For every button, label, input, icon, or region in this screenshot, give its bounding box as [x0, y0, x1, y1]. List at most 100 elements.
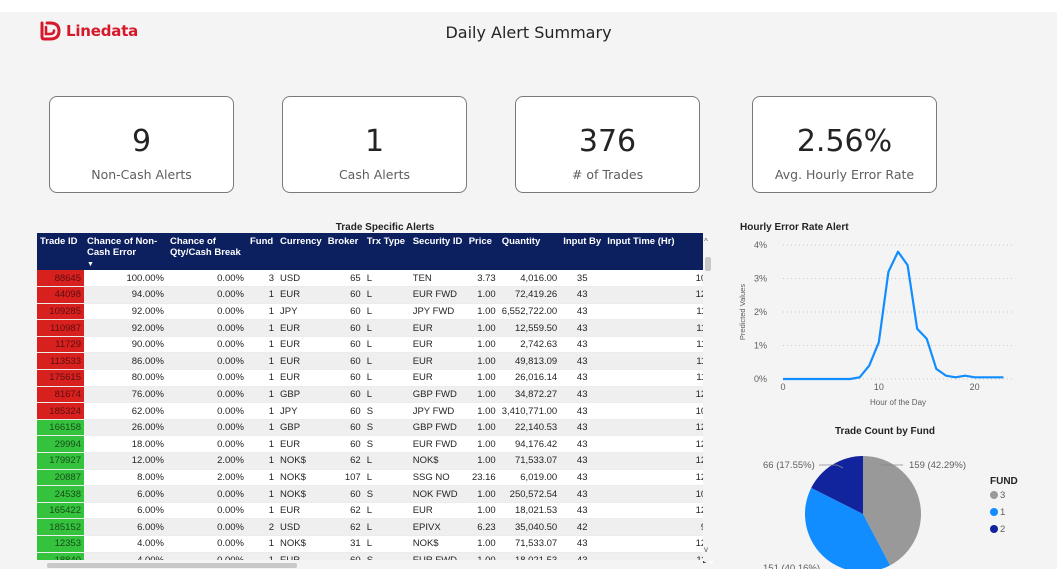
y-tick-label: 3% [754, 274, 767, 284]
legend-title: FUND [990, 476, 1018, 487]
column-header[interactable]: Security ID [409, 233, 466, 270]
quantity-cell: 12,559.50 [498, 319, 561, 337]
table-row[interactable]: 113533 86.00% 0.00% 1 EUR 60 L EUR 1.00 49,813.09… [37, 352, 710, 371]
input-time-cell: 11 [604, 319, 710, 337]
kpi-card-non-cash-alerts[interactable]: 9 Non-Cash Alerts [49, 96, 234, 193]
column-header[interactable]: Currency [277, 233, 325, 270]
column-header[interactable]: Input By [560, 233, 605, 270]
column-header[interactable]: Input Time (Hr) [604, 233, 710, 270]
broker-cell: 62 [324, 518, 364, 536]
kpi-card-trade-count[interactable]: 376 # of Trades [515, 96, 700, 193]
column-header[interactable]: Price [465, 233, 499, 270]
input-time-cell: 12 [604, 386, 710, 404]
scrollbar-thumb[interactable] [705, 257, 711, 271]
qty-cash-break-cell: 0.00% [167, 303, 247, 321]
qty-cash-break-cell: 0.00% [167, 386, 247, 404]
fund-cell: 1 [247, 535, 277, 553]
table-row[interactable]: 185324 62.00% 0.00% 1 JPY 60 S JPY FWD 1.00 3,410… [37, 402, 710, 420]
input-time-cell: 11 [604, 303, 710, 321]
table-horizontal-scrollbar[interactable] [37, 560, 703, 569]
column-header[interactable]: Trade ID [37, 233, 84, 270]
security-id-cell: TEN [409, 270, 466, 288]
x-tick-label: 20 [970, 382, 980, 392]
currency-cell: GBP [277, 386, 325, 404]
table-row[interactable]: 44098 94.00% 0.00% 1 EUR 60 L EUR FWD 1.00 72,419… [37, 286, 710, 304]
table-row[interactable]: 81674 76.00% 0.00% 1 GBP 60 L GBP FWD 1.00 34,872… [37, 386, 710, 404]
input-time-cell: 10 [604, 485, 710, 503]
series-line[interactable] [783, 250, 1004, 381]
input-by-cell: 43 [560, 469, 605, 487]
qty-cash-break-cell: 0.00% [167, 319, 247, 337]
legend-label[interactable]: 2 [1000, 524, 1005, 535]
scroll-up-icon[interactable]: ^ [704, 237, 708, 246]
broker-cell: 60 [324, 386, 364, 404]
trx-type-cell: S [363, 435, 410, 454]
table-row[interactable]: 29994 18.00% 0.00% 1 EUR 60 S EUR FWD 1.00 94,176… [37, 435, 710, 454]
table-row[interactable]: 175615 80.00% 0.00% 1 EUR 60 L EUR 1.00 26,016.14… [37, 369, 710, 387]
table-row[interactable]: 20887 8.00% 2.00% 1 NOK$ 107 L SSG NO 23.16 6,019… [37, 469, 710, 487]
qty-cash-break-cell: 0.00% [167, 369, 247, 387]
kpi-card-cash-alerts[interactable]: 1 Cash Alerts [282, 96, 467, 193]
table-row[interactable]: 179927 12.00% 2.00% 1 NOK$ 62 L NOK$ 1.00 71,533.… [37, 452, 710, 470]
column-header[interactable]: Broker [324, 233, 364, 270]
fund-cell: 1 [247, 352, 277, 371]
non-cash-error-cell: 12.00% [84, 452, 167, 470]
column-header-sorted[interactable]: Chance of Non-Cash Error ▼ [84, 233, 167, 270]
table-row[interactable]: 12353 4.00% 0.00% 1 NOK$ 31 L NOK$ 1.00 71,533.07… [37, 535, 710, 553]
pie-data-label: 66 (17.55%) [763, 460, 815, 471]
table-row[interactable]: 110987 92.00% 0.00% 1 EUR 60 L EUR 1.00 12,559.50… [37, 319, 710, 337]
pie-data-label: 151 (40.16%) [763, 563, 820, 569]
hourly-error-rate-chart[interactable]: 0% 1% 2% 3% 4% 0 10 20 Hour of the Day Predicted … [733, 233, 1023, 413]
security-id-cell: EUR [409, 336, 466, 354]
security-id-cell: EPIVX [409, 518, 466, 536]
column-header[interactable]: Quantity [498, 233, 561, 270]
qty-cash-break-cell: 0.00% [167, 535, 247, 553]
trade-id-cell: 44098 [37, 286, 84, 304]
broker-cell: 31 [324, 535, 364, 553]
column-header[interactable]: Trx Type [363, 233, 410, 270]
broker-cell: 65 [324, 270, 364, 288]
non-cash-error-cell: 90.00% [84, 336, 167, 354]
security-id-cell: EUR [409, 319, 466, 337]
fund-cell: 2 [247, 518, 277, 536]
legend-label[interactable]: 1 [1000, 507, 1005, 518]
trade-alerts-table[interactable]: Trade ID Chance of Non-Cash Error ▼ Chanc… [37, 233, 713, 563]
trade-count-by-fund-chart[interactable]: 159 (42.29%) 151 (40.16%) 66 (17.55%) FUND 3… [733, 440, 1055, 569]
legend-label[interactable]: 3 [1000, 490, 1005, 501]
fund-cell: 1 [247, 485, 277, 503]
security-id-cell: EUR [409, 352, 466, 371]
kpi-label: # of Trades [571, 167, 644, 182]
non-cash-error-cell: 8.00% [84, 469, 167, 487]
input-time-cell: 12 [604, 452, 710, 470]
qty-cash-break-cell: 0.00% [167, 502, 247, 520]
table-row[interactable]: 166158 26.00% 0.00% 1 GBP 60 S GBP FWD 1.00 22,14… [37, 419, 710, 437]
fund-cell: 1 [247, 469, 277, 487]
scroll-down-icon[interactable]: v [704, 545, 708, 554]
quantity-cell: 3,410,771.00 [498, 402, 561, 420]
trade-id-cell: 109285 [37, 303, 84, 321]
kpi-label: Avg. Hourly Error Rate [774, 167, 915, 182]
table-vertical-scrollbar[interactable]: ^ v [703, 233, 713, 561]
table-row[interactable]: 109285 92.00% 0.00% 1 JPY 60 L JPY FWD 1.00 6,552… [37, 303, 710, 321]
column-header[interactable]: Chance of Qty/Cash Break [167, 233, 247, 270]
table-row[interactable]: 11729 90.00% 0.00% 1 EUR 60 L EUR 1.00 2,742.63 43… [37, 336, 710, 354]
table-row[interactable]: 185152 6.00% 0.00% 2 USD 62 L EPIVX 6.23 35,040.5… [37, 518, 710, 536]
table-row[interactable]: 165422 6.00% 0.00% 1 EUR 62 L EUR 1.00 18,021.53 4… [37, 502, 710, 520]
trade-id-cell: 20887 [37, 469, 84, 487]
price-cell: 1.00 [465, 502, 499, 520]
quantity-cell: 2,742.63 [498, 336, 561, 354]
input-by-cell: 43 [560, 419, 605, 437]
input-time-cell: 11 [604, 336, 710, 354]
column-header[interactable]: Fund [247, 233, 277, 270]
kpi-card-avg-hourly-error-rate[interactable]: 2.56% Avg. Hourly Error Rate [752, 96, 937, 193]
table-row[interactable]: 24538 6.00% 0.00% 1 NOK$ 60 S NOK FWD 1.00 250,57… [37, 485, 710, 503]
scrollbar-thumb[interactable] [47, 563, 297, 568]
price-cell: 1.00 [465, 535, 499, 553]
table-row[interactable]: 88645 100.00% 0.00% 3 USD 65 L TEN 3.73 4,016.00 3… [37, 270, 710, 288]
quantity-cell: 35,040.50 [498, 518, 561, 536]
qty-cash-break-cell: 0.00% [167, 270, 247, 288]
broker-cell: 60 [324, 303, 364, 321]
trx-type-cell: L [363, 369, 410, 387]
input-time-cell: 10 [604, 402, 710, 420]
trx-type-cell: S [363, 419, 410, 437]
